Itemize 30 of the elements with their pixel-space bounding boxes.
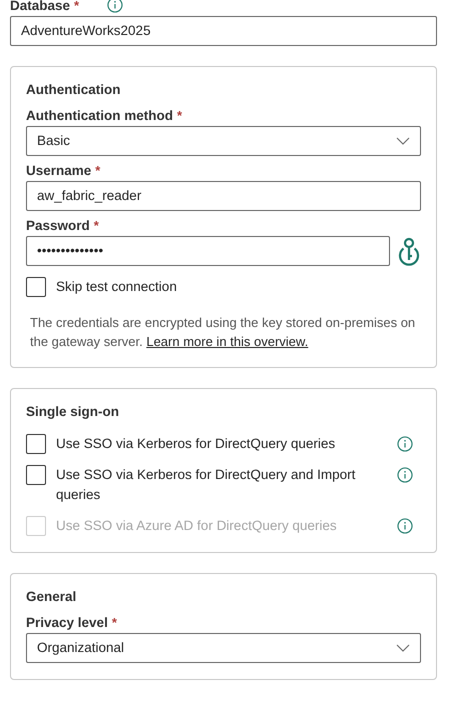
- dropdown[interactable]: Basic: [26, 126, 421, 156]
- learn-more-link[interactable]: Learn more in this overview.: [146, 334, 308, 349]
- field-label: Username: [26, 162, 92, 178]
- required-mark: *: [74, 0, 80, 12]
- checkbox-label: Use SSO via Kerberos for DirectQuery and Import queries: [56, 466, 356, 504]
- checkbox[interactable]: [26, 434, 46, 454]
- required-mark: *: [94, 218, 99, 232]
- dropdown[interactable]: Organizational: [26, 633, 421, 663]
- chevron-icon: [396, 644, 410, 652]
- key-icon: [397, 236, 421, 266]
- field-label: Database: [10, 0, 70, 12]
- checkbox-label: Use SSO via Kerberos for DirectQuery queries: [56, 435, 336, 453]
- password-field[interactable]: ••••••••••••••: [26, 236, 390, 266]
- checkbox-label: Use SSO via Azure AD for DirectQuery queries: [56, 517, 338, 535]
- required-mark: *: [95, 162, 100, 178]
- input-field[interactable]: AdventureWorks2025: [10, 16, 437, 46]
- field-label: Password: [26, 218, 90, 232]
- checkbox[interactable]: [26, 277, 46, 297]
- field-label: Privacy level: [26, 614, 108, 630]
- section-title: General: [26, 588, 78, 606]
- section-title: Single sign-on: [26, 403, 120, 421]
- help-text: The credentials are encrypted using the key stored on-premises on the gateway server. Learn more in this overview.: [30, 314, 416, 351]
- chevron-icon: [396, 137, 410, 145]
- field-label: Authentication method: [26, 108, 173, 122]
- required-mark: *: [177, 108, 182, 122]
- required-mark: *: [112, 614, 117, 630]
- input-field[interactable]: aw_fabric_reader: [26, 181, 421, 211]
- checkbox[interactable]: [26, 465, 46, 485]
- section-title: Authentication: [26, 81, 122, 99]
- checkbox-label: Skip test connection: [56, 278, 178, 296]
